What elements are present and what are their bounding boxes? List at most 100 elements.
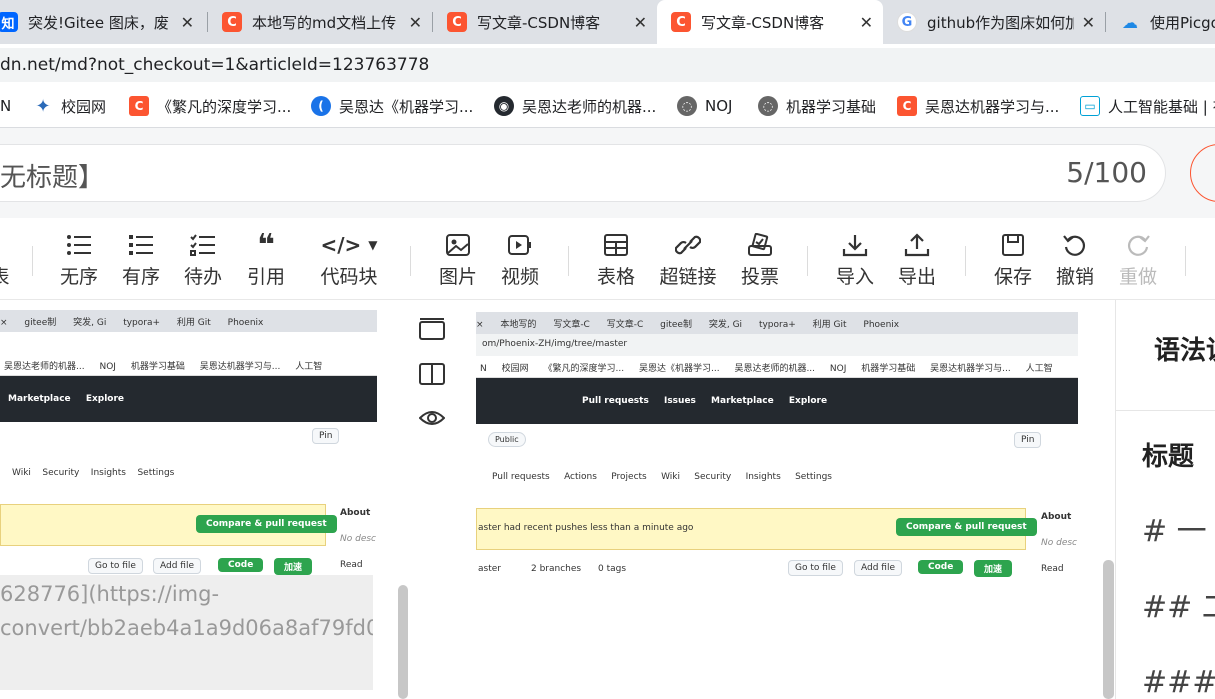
image-icon (428, 230, 488, 260)
vote-icon (730, 230, 790, 260)
syntax-item-h3[interactable]: ### 三 (1142, 657, 1215, 699)
address-bar[interactable]: dn.net/md?not_checkout=1&articleId=12376… (0, 48, 1215, 82)
toolbar-code-block[interactable]: </> ▼ 代码块 (309, 230, 389, 289)
embedded-tab-strip: × 本地写的 写文章-C 写文章-C gitee制 突发, Gi typora+… (476, 312, 1078, 334)
article-title-row: 无标题】 5/100 (0, 128, 1215, 218)
chevron-down-icon: ▼ (368, 238, 378, 252)
editor-toolbar: 表 无序 有序 待办 ❝ 引用 </> ▼ 代码块 图片 (0, 218, 1215, 300)
address-bar-container: dn.net/md?not_checkout=1&articleId=12376… (0, 44, 1215, 84)
video-icon (490, 230, 550, 260)
toolbar-image[interactable]: 图片 (428, 230, 488, 289)
markdown-source-pane[interactable]: × gitee制 突发, Gi typora+ 利用 Git Phoenix 吴… (0, 300, 410, 699)
bookmark-andrew-ng-ml[interactable]: ( 吴恩达《机器学习... (311, 84, 473, 127)
bookmark-deep-learning[interactable]: C 《繁凡的深度学习... (129, 84, 291, 127)
bookmarks-bar: N ✦ 校园网 C 《繁凡的深度学习... ( 吴恩达《机器学习... ◉ 吴恩… (0, 84, 1215, 128)
preview-scrollbar[interactable] (1103, 560, 1114, 699)
bookmark-item[interactable]: N (0, 84, 11, 127)
google-icon: G (897, 12, 917, 32)
close-icon[interactable]: ✕ (181, 13, 194, 32)
bilibili-icon: ▭ (1080, 96, 1100, 116)
divider (1116, 410, 1215, 411)
code-block-icon: </> ▼ (320, 233, 378, 257)
title-char-count: 5/100 (1066, 156, 1147, 189)
save-icon (983, 230, 1043, 260)
article-title-value: 无标题】 (0, 163, 105, 193)
toolbar-table[interactable]: 表格 (586, 230, 646, 289)
close-icon[interactable]: ✕ (634, 13, 647, 32)
toolbar-redo[interactable]: 重做 (1108, 230, 1168, 289)
tab-title: 写文章-CSDN博客 (701, 13, 825, 32)
csdn-icon: C (129, 96, 149, 116)
article-title-input[interactable]: 无标题】 5/100 (0, 144, 1166, 202)
bookmark-github-ml[interactable]: ◉ 吴恩达老师的机器... (494, 84, 656, 127)
preview-eye-icon[interactable] (418, 404, 446, 432)
tab-title: 使用Picgo (1150, 13, 1215, 32)
zhihu-icon: 知 (0, 12, 18, 32)
syntax-help-panel: 语法说 标题 # 一 ## 二 ### 三 (1115, 300, 1215, 699)
toolbar-vote[interactable]: 投票 (730, 230, 790, 289)
bookmark-noj[interactable]: ◌ NOJ (677, 84, 732, 127)
syntax-item-h2[interactable]: ## 二 (1142, 582, 1215, 626)
tab-title: github作为图床如何加 (927, 13, 1074, 32)
preview-pane: × 本地写的 写文章-C 写文章-C gitee制 突发, Gi typora+… (410, 300, 1115, 699)
layout-single-icon[interactable] (418, 315, 446, 343)
close-icon[interactable]: ✕ (860, 13, 873, 32)
campus-icon: ✦ (35, 95, 51, 117)
tab-title: 写文章-CSDN博客 (477, 13, 601, 32)
layout-split-icon[interactable] (418, 360, 446, 388)
browser-tab-strip: 知 突发!Gitee 图床，废 ✕ C 本地写的md文档上传 ✕ C 写文章-C… (0, 0, 1215, 44)
publish-button[interactable] (1190, 144, 1215, 202)
globe-icon: ◌ (758, 96, 778, 116)
browser-tab-picgo[interactable]: ☁ 使用Picgo (1106, 0, 1215, 44)
csdn-icon: C (671, 12, 691, 32)
toolbar-undo[interactable]: 撤销 (1045, 230, 1105, 289)
csdn-icon: C (222, 12, 242, 32)
cloud-icon: ☁ (1122, 12, 1138, 32)
blue-icon: ( (311, 96, 331, 116)
browser-tab-gitee-news[interactable]: 知 突发!Gitee 图床，废 ✕ (0, 0, 204, 44)
view-mode-switcher (410, 300, 458, 699)
bookmark-campus[interactable]: ✦ 校园网 (33, 84, 106, 127)
quote-icon: ❝ (257, 227, 275, 263)
browser-tab-csdn-write[interactable]: C 写文章-CSDN博客 ✕ (433, 0, 657, 44)
browser-tab-github-imagehost[interactable]: G github作为图床如何加 ✕ (883, 0, 1105, 44)
redo-icon (1108, 230, 1168, 260)
embedded-tab-strip: × gitee制 突发, Gi typora+ 利用 Git Phoenix (0, 310, 377, 332)
syntax-section-heading: 标题 (1142, 442, 1195, 472)
globe-icon: ◌ (677, 96, 697, 116)
toolbar-import[interactable]: 导入 (825, 230, 885, 289)
toolbar-quote[interactable]: ❝ 引用 (236, 227, 296, 289)
bookmark-ml-basics[interactable]: ◌ 机器学习基础 (758, 84, 876, 127)
toolbar-save[interactable]: 保存 (983, 230, 1043, 289)
link-icon (658, 230, 718, 260)
close-icon[interactable]: ✕ (409, 13, 422, 32)
tab-title: 突发!Gitee 图床，废 (28, 13, 169, 32)
toolbar-ordered-list[interactable]: 有序 (111, 230, 171, 289)
undo-icon (1045, 230, 1105, 260)
bookmark-ai-basics[interactable]: ▭ 人工智能基础 | 有 (1080, 84, 1215, 127)
syntax-help-title: 语法说 (1154, 336, 1215, 366)
csdn-icon: C (447, 12, 467, 32)
table-icon (586, 230, 646, 260)
toolbar-hyperlink[interactable]: 超链接 (658, 230, 718, 289)
toolbar-table-fragment[interactable]: 表 (0, 230, 30, 289)
toolbar-video[interactable]: 视频 (490, 230, 550, 289)
github-icon: ◉ (494, 96, 514, 116)
unordered-list-icon (49, 230, 109, 260)
syntax-item-h1[interactable]: # 一 (1142, 506, 1207, 550)
toolbar-export[interactable]: 导出 (887, 230, 947, 289)
image-link-source[interactable]: 628776](https://img- convert/bb2aeb4a1a9… (0, 575, 373, 690)
close-icon[interactable]: ✕ (1082, 13, 1095, 32)
ordered-list-icon (111, 230, 171, 260)
embedded-screenshot-left: × gitee制 突发, Gi typora+ 利用 Git Phoenix 吴… (0, 310, 377, 575)
toolbar-todo-list[interactable]: 待办 (173, 230, 233, 289)
toolbar-unordered-list[interactable]: 无序 (49, 230, 109, 289)
import-icon (825, 230, 885, 260)
todo-list-icon (173, 230, 233, 260)
browser-tab-csdn-write-active[interactable]: C 写文章-CSDN博客 ✕ (657, 0, 883, 44)
export-icon (887, 230, 947, 260)
csdn-icon: C (897, 96, 917, 116)
source-scrollbar[interactable] (398, 585, 408, 699)
bookmark-ng-ml-and[interactable]: C 吴恩达机器学习与... (897, 84, 1059, 127)
browser-tab-md-upload[interactable]: C 本地写的md文档上传 ✕ (208, 0, 432, 44)
